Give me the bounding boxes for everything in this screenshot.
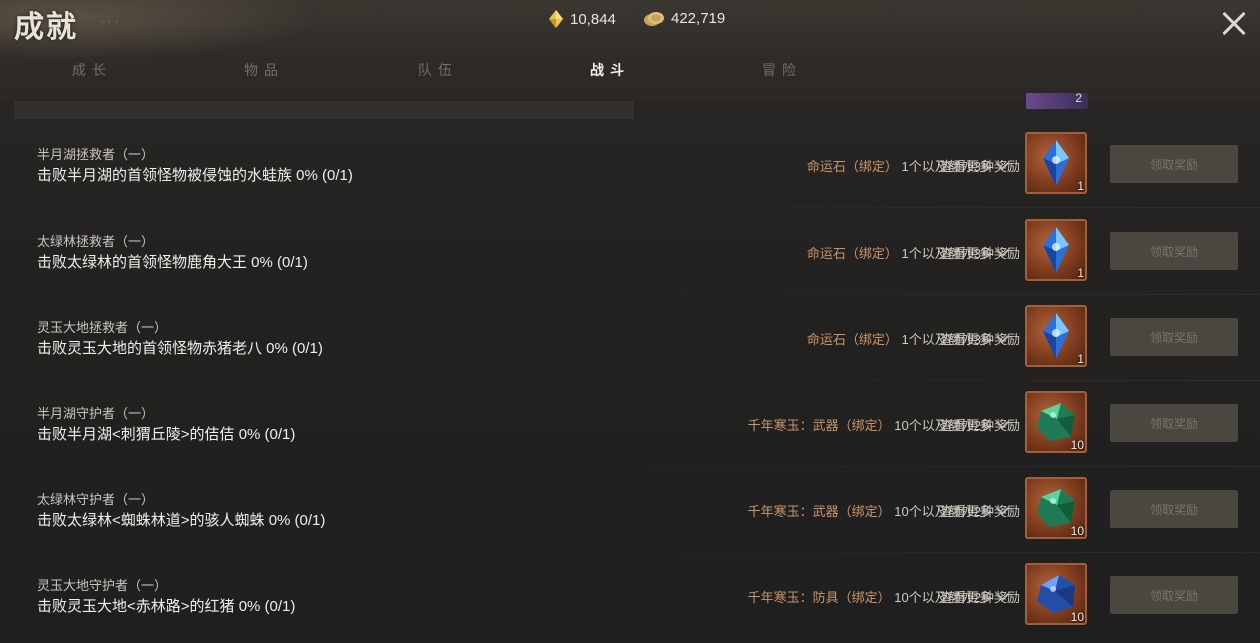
page-title: 成就 [14, 10, 78, 45]
reward-item: 命运石（绑定） [806, 332, 898, 347]
reward-item-slot[interactable]: 10 [1025, 563, 1087, 625]
reward-item: 命运石（绑定） [806, 159, 898, 174]
claim-reward-button[interactable]: 领取奖励 [1110, 490, 1238, 528]
reward-item: 千年寒玉：防具（绑定） [747, 590, 891, 605]
achievement-name: 灵玉大地拯救者（一） [37, 320, 168, 335]
chevron-down-icon [996, 244, 1009, 257]
reward-item: 千年寒玉：武器（绑定） [747, 504, 891, 519]
achievement-name: 太绿林守护者（一） [37, 492, 155, 507]
category-tabs: 成长 物品 队伍 战斗 冒险 [0, 60, 1000, 88]
coin-count: 422,719 [671, 10, 726, 27]
gem-count: 10,844 [570, 10, 616, 28]
item-count: 1 [1077, 352, 1084, 366]
close-icon[interactable] [1220, 10, 1248, 38]
blue-crystal-icon [1043, 227, 1069, 273]
tab-team[interactable]: 队伍 [418, 60, 458, 80]
list-item: 灵玉大地守护者（一） 击败灵玉大地<赤林路>的红猪 0% (0/1) 千年寒玉：… [0, 553, 1260, 639]
item-count: 1 [1077, 179, 1084, 193]
achievement-desc: 击败半月湖的首领怪物被侵蚀的水蛙族 0% (0/1) [37, 167, 353, 184]
reward-item-slot[interactable]: 10 [1025, 391, 1087, 453]
header-bar: 成就 · · · 10,844 422,719 成长 物品 队伍 战斗 冒险 [0, 0, 1260, 100]
view-more-label: 查看更多 [940, 590, 993, 605]
view-more-button[interactable]: 查看更多 [940, 156, 1009, 175]
list-item: 灵玉大地拯救者（一） 击败灵玉大地的首领怪物赤猪老八 0% (0/1) 命运石（… [0, 295, 1260, 381]
list-item: 太绿林拯救者（一） 击败太绿林的首领怪物鹿角大王 0% (0/1) 命运石（绑定… [0, 209, 1260, 295]
view-more-button[interactable]: 查看更多 [940, 329, 1009, 348]
tab-adventure[interactable]: 冒险 [762, 60, 802, 80]
achievement-desc: 击败太绿林的首领怪物鹿角大王 0% (0/1) [37, 254, 308, 271]
claim-reward-button[interactable]: 领取奖励 [1110, 576, 1238, 614]
scrolled-row-edge [14, 101, 634, 119]
achievement-desc: 击败灵玉大地的首领怪物赤猪老八 0% (0/1) [37, 340, 323, 357]
tab-combat[interactable]: 战斗 [590, 60, 630, 80]
view-more-label: 查看更多 [940, 246, 993, 261]
row-divider [600, 207, 1260, 208]
item-count: 10 [1070, 610, 1084, 624]
partial-reward-tag: 2 [1026, 91, 1088, 109]
list-item: 半月湖拯救者（一） 击败半月湖的首领怪物被侵蚀的水蛙族 0% (0/1) 命运石… [0, 122, 1260, 208]
item-count: 1 [1077, 266, 1084, 280]
view-more-button[interactable]: 查看更多 [940, 415, 1009, 434]
item-count: 10 [1070, 524, 1084, 538]
claim-reward-button[interactable]: 领取奖励 [1110, 232, 1238, 270]
tab-items[interactable]: 物品 [244, 60, 284, 80]
claim-reward-button[interactable]: 领取奖励 [1110, 404, 1238, 442]
list-item: 半月湖守护者（一） 击败半月湖<刺猬丘陵>的佶佶 0% (0/1) 千年寒玉：武… [0, 381, 1260, 467]
reward-item-slot[interactable]: 1 [1025, 305, 1087, 367]
claim-reward-button[interactable]: 领取奖励 [1110, 145, 1238, 183]
achievement-desc: 击败灵玉大地<赤林路>的红猪 0% (0/1) [37, 598, 296, 615]
reward-item: 命运石（绑定） [806, 246, 898, 261]
reward-item: 千年寒玉：武器（绑定） [747, 418, 891, 433]
chevron-down-icon [996, 502, 1009, 515]
chevron-down-icon [996, 416, 1009, 429]
blue-crystal-icon [1043, 313, 1069, 359]
achievement-desc: 击败太绿林<蜘蛛林道>的骇人蜘蛛 0% (0/1) [37, 512, 326, 529]
chevron-down-icon [996, 330, 1009, 343]
achievement-name: 半月湖守护者（一） [37, 406, 155, 421]
reward-item-slot[interactable]: 1 [1025, 219, 1087, 281]
view-more-button[interactable]: 查看更多 [940, 587, 1009, 606]
chevron-down-icon [996, 588, 1009, 601]
tab-growth[interactable]: 成长 [72, 60, 112, 80]
list-item: 太绿林守护者（一） 击败太绿林<蜘蛛林道>的骇人蜘蛛 0% (0/1) 千年寒玉… [0, 467, 1260, 553]
achievement-name: 半月湖拯救者（一） [37, 147, 155, 162]
chevron-down-icon [996, 157, 1009, 170]
gem-icon [549, 10, 563, 28]
item-count: 10 [1070, 438, 1084, 452]
achievement-desc: 击败半月湖<刺猬丘陵>的佶佶 0% (0/1) [37, 426, 296, 443]
gem-currency: 10,844 [548, 10, 616, 28]
view-more-label: 查看更多 [940, 159, 993, 174]
view-more-label: 查看更多 [940, 332, 993, 347]
view-more-label: 查看更多 [940, 418, 993, 433]
achievement-name: 灵玉大地守护者（一） [37, 578, 168, 593]
claim-reward-button[interactable]: 领取奖励 [1110, 318, 1238, 356]
reward-item-slot[interactable]: 1 [1025, 132, 1087, 194]
achievement-name: 太绿林拯救者（一） [37, 234, 155, 249]
title-decoration: · · · [100, 14, 119, 28]
view-more-button[interactable]: 查看更多 [940, 501, 1009, 520]
coin-currency: 422,719 [643, 10, 725, 27]
partial-reward-count: 2 [1075, 91, 1082, 105]
view-more-label: 查看更多 [940, 504, 993, 519]
coin-icon [644, 11, 664, 26]
blue-crystal-icon [1043, 140, 1069, 186]
reward-item-slot[interactable]: 10 [1025, 477, 1087, 539]
view-more-button[interactable]: 查看更多 [940, 243, 1009, 262]
